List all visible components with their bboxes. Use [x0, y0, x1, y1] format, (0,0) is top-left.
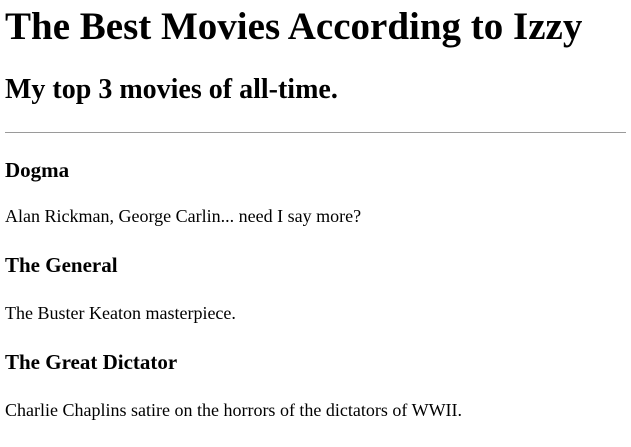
page-subtitle: My top 3 movies of all-time. — [5, 74, 338, 105]
divider — [5, 132, 626, 133]
movie-item-dogma: Dogma Alan Rickman, George Carlin... nee… — [5, 158, 626, 227]
movie-item-the-great-dictator: The Great Dictator Charlie Chaplins sati… — [5, 350, 626, 421]
movie-title: Dogma — [5, 158, 70, 182]
movie-description: Alan Rickman, George Carlin... need I sa… — [5, 206, 362, 226]
movie-description: The Buster Keaton masterpiece. — [5, 303, 236, 323]
movie-title: The Great Dictator — [5, 350, 178, 374]
page-content: The Best Movies According to Izzy My top… — [0, 0, 631, 421]
movie-item-the-general: The General The Buster Keaton masterpiec… — [5, 253, 626, 324]
movie-description: Charlie Chaplins satire on the horrors o… — [5, 400, 463, 420]
movie-title: The General — [5, 253, 118, 277]
page-title: The Best Movies According to Izzy — [5, 5, 583, 48]
